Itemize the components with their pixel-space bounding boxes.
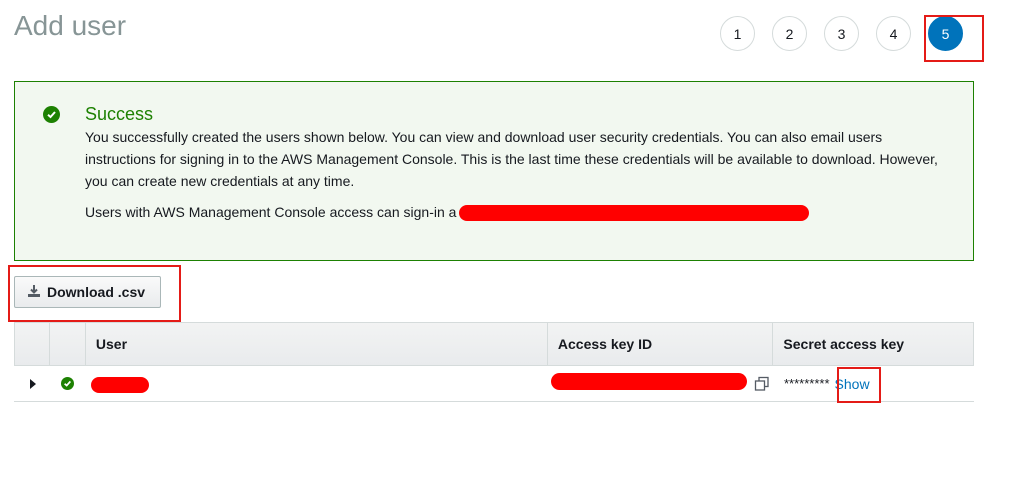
signin-link-text: Users with AWS Management Console access… [85, 204, 457, 220]
redacted-signin-url [459, 205, 809, 221]
expand-toggle[interactable] [14, 366, 49, 401]
step-4[interactable]: 4 [876, 16, 911, 51]
success-check-icon [43, 106, 60, 123]
table-header: User Access key ID Secret access key [14, 322, 974, 366]
success-check-icon [61, 377, 74, 390]
user-cell [85, 366, 548, 401]
page-title: Add user [14, 10, 127, 41]
column-header-user[interactable]: User [86, 323, 548, 365]
download-highlight-box [8, 265, 181, 322]
expand-column-header [15, 323, 50, 365]
caret-right-icon [30, 378, 36, 389]
credentials-table: User Access key ID Secret access key ***… [14, 322, 974, 402]
column-header-secret-access-key[interactable]: Secret access key [773, 323, 973, 365]
redacted-username [91, 377, 149, 393]
status-column-header [50, 323, 86, 365]
masked-secret-key: ********* [784, 376, 830, 391]
step-1[interactable]: 1 [720, 16, 755, 51]
status-cell [49, 366, 85, 401]
access-key-cell [548, 366, 774, 401]
column-header-access-key-id[interactable]: Access key ID [548, 323, 774, 365]
show-link-highlight-box [837, 367, 881, 403]
step-2[interactable]: 2 [772, 16, 807, 51]
success-alert: Success You successfully created the use… [14, 81, 974, 261]
alert-message: You successfully created the users shown… [85, 129, 938, 189]
redacted-access-key-id [551, 373, 747, 390]
step-5-highlight-box [924, 15, 984, 62]
alert-title: Success [85, 104, 154, 124]
table-row: ********* Show [14, 366, 974, 402]
step-3[interactable]: 3 [824, 16, 859, 51]
copy-icon[interactable] [754, 376, 770, 395]
